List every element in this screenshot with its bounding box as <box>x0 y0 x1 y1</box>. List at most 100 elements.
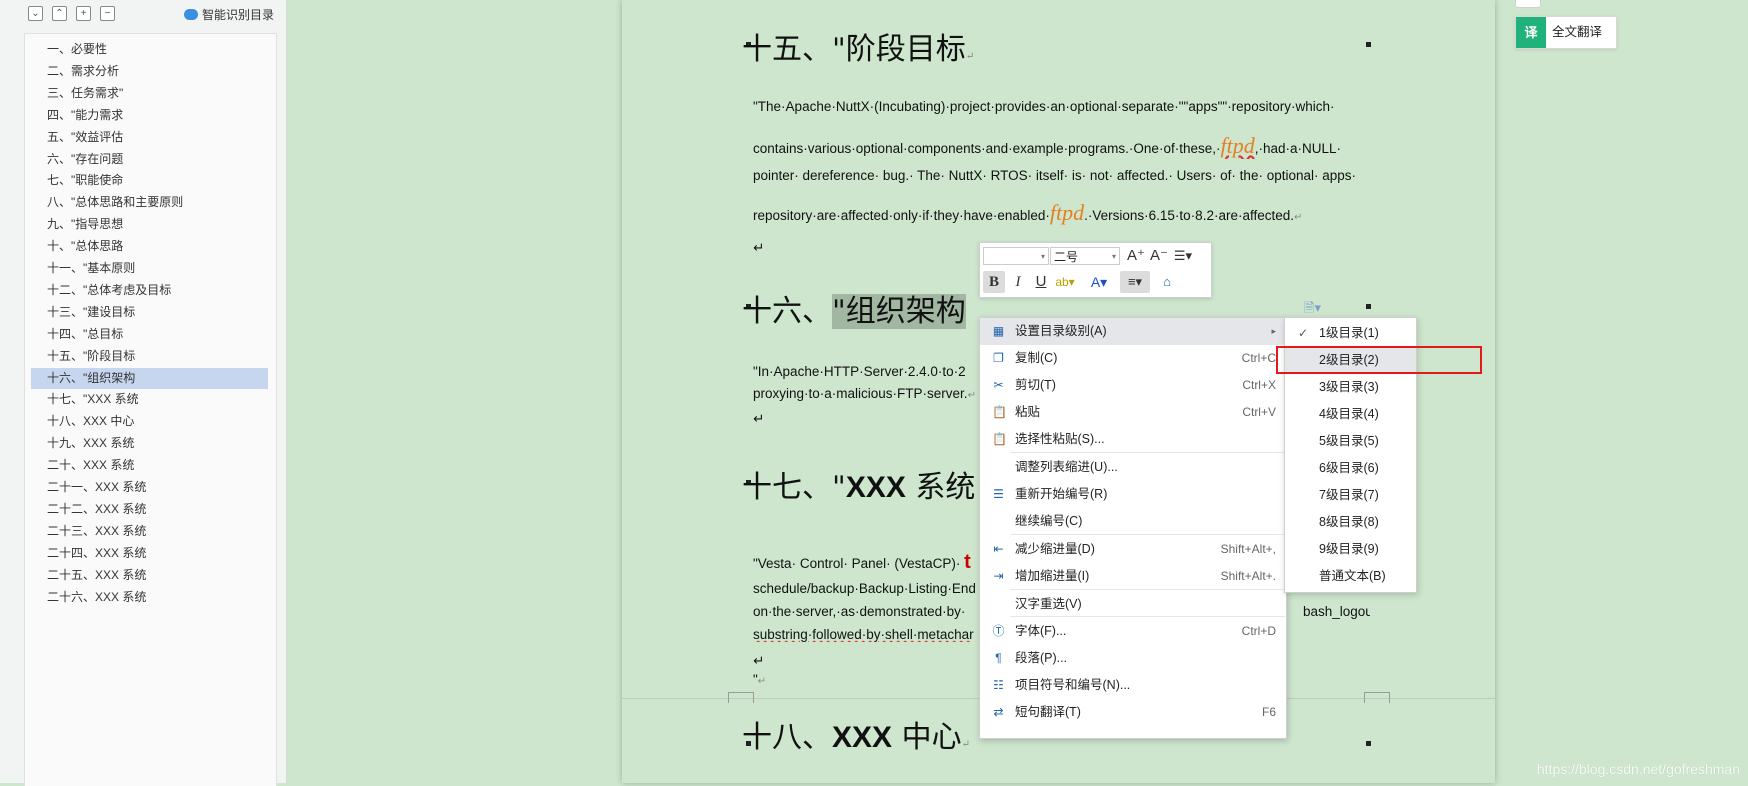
submenu-item-label: 1级目录(1) <box>1319 326 1379 340</box>
outline-item[interactable]: 二十、XXX 系统 <box>31 455 268 476</box>
menu-item-label: 增加缩进量(I) <box>1015 569 1090 583</box>
heading-marker-right <box>1366 304 1371 309</box>
submenu-item-label: 8级目录(8) <box>1319 515 1379 529</box>
submenu-arrow-icon: ▸ <box>1271 326 1276 336</box>
page-corner-mark <box>1364 692 1390 703</box>
menu-item-adjust-list-indent[interactable]: 调整列表缩进(U)... <box>980 454 1286 481</box>
add-heading-icon[interactable]: + <box>76 6 91 21</box>
submenu-item-level[interactable]: 6级目录(6) <box>1285 455 1416 482</box>
outline-item[interactable]: 八、"总体思路和主要原则 <box>31 192 268 213</box>
heading-marker-right <box>1366 42 1371 47</box>
remove-heading-icon[interactable]: − <box>100 6 115 21</box>
menu-separator <box>1010 534 1285 535</box>
highlight-color-icon[interactable]: ab▾ <box>1054 271 1076 293</box>
heading-16[interactable]: 十六、"组织架构 <box>742 286 966 330</box>
menu-item-label: 减少缩进量(D) <box>1015 542 1095 556</box>
decrease-indent-icon: ⇤ <box>993 542 1004 556</box>
heading-17[interactable]: 十七、"XXX 系统 <box>742 462 975 506</box>
menu-item-paste[interactable]: 📋 粘贴 Ctrl+V <box>980 399 1286 426</box>
menu-item-bullets-and-numbering[interactable]: ☷ 项目符号和编号(N)... <box>980 672 1286 699</box>
outline-item[interactable]: 十六、"组织架构 <box>31 367 268 389</box>
outline-item[interactable]: 二十六、XXX 系统 <box>31 587 268 608</box>
italic-button[interactable]: I <box>1007 271 1029 293</box>
para-15-line-4[interactable]: repository·are·affected·only·if·they·hav… <box>753 200 1370 226</box>
submenu-item-level[interactable]: 普通文本(B) <box>1285 563 1416 590</box>
collapse-all-icon[interactable]: ⌄ <box>28 6 43 21</box>
line-spacing-icon[interactable]: ☰▾ <box>1172 245 1194 267</box>
menu-item-restart-numbering[interactable]: ☰ 重新开始编号(R) <box>980 481 1286 508</box>
mini-format-toolbar: ▾ 二号 ▾ A⁺ A⁻ ☰▾ B I U ab▾ A▾ ≡▾ ⌂ <box>979 242 1212 298</box>
menu-item-paste-special[interactable]: 📋 选择性粘贴(S)... <box>980 426 1286 453</box>
font-size-select[interactable]: 二号 ▾ <box>1050 247 1120 265</box>
menu-item-decrease-indent[interactable]: ⇤ 减少缩进量(D) Shift+Alt+, <box>980 536 1286 563</box>
outline-item[interactable]: 一、必要性 <box>31 39 268 60</box>
grow-font-button[interactable]: A⁺ <box>1125 245 1147 267</box>
para-15-line-3[interactable]: pointer· dereference· bug.· The· NuttX· … <box>753 168 1370 183</box>
outline-item[interactable]: 二十五、XXX 系统 <box>31 565 268 586</box>
outline-item[interactable]: 二十一、XXX 系统 <box>31 477 268 498</box>
menu-item-shortcut: Shift+Alt+, <box>1220 542 1276 556</box>
smart-toc-button[interactable]: 智能识别目录 <box>183 6 274 22</box>
outline-item[interactable]: 六、"存在问题 <box>31 149 268 170</box>
outline-item[interactable]: 二十三、XXX 系统 <box>31 521 268 542</box>
submenu-item-level[interactable]: 4级目录(4) <box>1285 401 1416 428</box>
menu-item-label: 汉字重选(V) <box>1015 597 1082 611</box>
outline-item[interactable]: 十七、"XXX 系统 <box>31 389 268 410</box>
align-icon[interactable]: ≡▾ <box>1120 271 1150 293</box>
menu-item-continue-numbering[interactable]: 继续编号(C) <box>980 508 1286 535</box>
page-corner-mark <box>728 692 754 703</box>
outline-item[interactable]: 十、"总体思路 <box>31 236 268 257</box>
submenu-item-level[interactable]: 7级目录(7) <box>1285 482 1416 509</box>
shrink-font-button[interactable]: A⁻ <box>1148 245 1170 267</box>
expand-up-icon[interactable]: ⌃ <box>52 6 67 21</box>
outline-item[interactable]: 十二、"总体考虑及目标 <box>31 280 268 301</box>
menu-item-cut[interactable]: ✂ 剪切(T) Ctrl+X <box>980 372 1286 399</box>
submenu-item-level[interactable]: 8级目录(8) <box>1285 509 1416 536</box>
outline-item[interactable]: 十五、"阶段目标 <box>31 346 268 367</box>
full-translate-button[interactable]: 译 全文翻译 <box>1515 16 1617 49</box>
outline-item[interactable]: 十四、"总目标 <box>31 324 268 345</box>
heading-18[interactable]: 十八、XXX 中心↵ <box>742 712 970 756</box>
font-name-select[interactable]: ▾ <box>983 247 1049 265</box>
heading-15[interactable]: 十五、"阶段目标↵ <box>742 24 974 68</box>
outline-item[interactable]: 五、"效益评估 <box>31 127 268 148</box>
outline-item[interactable]: 二十四、XXX 系统 <box>31 543 268 564</box>
outline-item[interactable]: 二、需求分析 <box>31 61 268 82</box>
underline-button[interactable]: U <box>1030 271 1052 293</box>
outline-toolbar: ⌄ ⌃ + − 智能识别目录 <box>0 0 286 30</box>
font-color-icon[interactable]: A▾ <box>1088 271 1110 293</box>
bold-button[interactable]: B <box>983 271 1005 293</box>
menu-item-translate-sentence[interactable]: ⇄ 短句翻译(T) F6 <box>980 699 1286 726</box>
menu-item-label: 项目符号和编号(N)... <box>1015 678 1131 692</box>
submenu-item-level[interactable]: 5级目录(5) <box>1285 428 1416 455</box>
translate-label: 全文翻译 <box>1552 25 1603 39</box>
outline-item[interactable]: 四、"能力需求 <box>31 105 268 126</box>
side-tab[interactable] <box>1515 0 1541 8</box>
translate-sentence-icon: ⇄ <box>993 705 1004 719</box>
outline-item[interactable]: 十三、"建设目标 <box>31 302 268 323</box>
check-icon: ✓ <box>1298 326 1309 340</box>
menu-item-label: 重新开始编号(R) <box>1015 487 1108 501</box>
para-15-line-1[interactable]: "The·Apache·NuttX·(Incubating)·project·p… <box>753 99 1370 114</box>
submenu-item-level[interactable]: 9级目录(9) <box>1285 536 1416 563</box>
outline-item[interactable]: 十一、"基本原则 <box>31 258 268 279</box>
menu-item-paragraph[interactable]: ¶ 段落(P)... <box>980 645 1286 672</box>
para-15-line-2[interactable]: contains·various·optional·components·and… <box>753 133 1370 159</box>
menu-item-copy[interactable]: ❐ 复制(C) Ctrl+C <box>980 345 1286 372</box>
menu-separator <box>1010 616 1285 617</box>
submenu-item-label: 7级目录(7) <box>1319 488 1379 502</box>
outline-item[interactable]: 三、任务需求" <box>31 83 268 104</box>
submenu-item-level[interactable]: 3级目录(3) <box>1285 374 1416 401</box>
menu-item-label: 短句翻译(T) <box>1015 705 1081 719</box>
menu-item-set-toc-level[interactable]: ▦ 设置目录级别(A) ▸ <box>980 318 1286 345</box>
menu-item-font[interactable]: Ⓣ 字体(F)... Ctrl+D <box>980 618 1286 645</box>
outline-item[interactable]: 十九、XXX 系统 <box>31 433 268 454</box>
outline-item[interactable]: 十八、XXX 中心 <box>31 411 268 432</box>
menu-item-reselect-hanzi[interactable]: 汉字重选(V) <box>980 591 1286 618</box>
outline-item[interactable]: 九、"指导思想 <box>31 214 268 235</box>
format-painter-icon[interactable]: ⌂ <box>1156 271 1178 293</box>
menu-item-increase-indent[interactable]: ⇥ 增加缩进量(I) Shift+Alt+. <box>980 563 1286 590</box>
submenu-item-level[interactable]: ✓ 1级目录(1) <box>1285 320 1416 347</box>
outline-item[interactable]: 七、"职能使命 <box>31 170 268 191</box>
outline-item[interactable]: 二十二、XXX 系统 <box>31 499 268 520</box>
